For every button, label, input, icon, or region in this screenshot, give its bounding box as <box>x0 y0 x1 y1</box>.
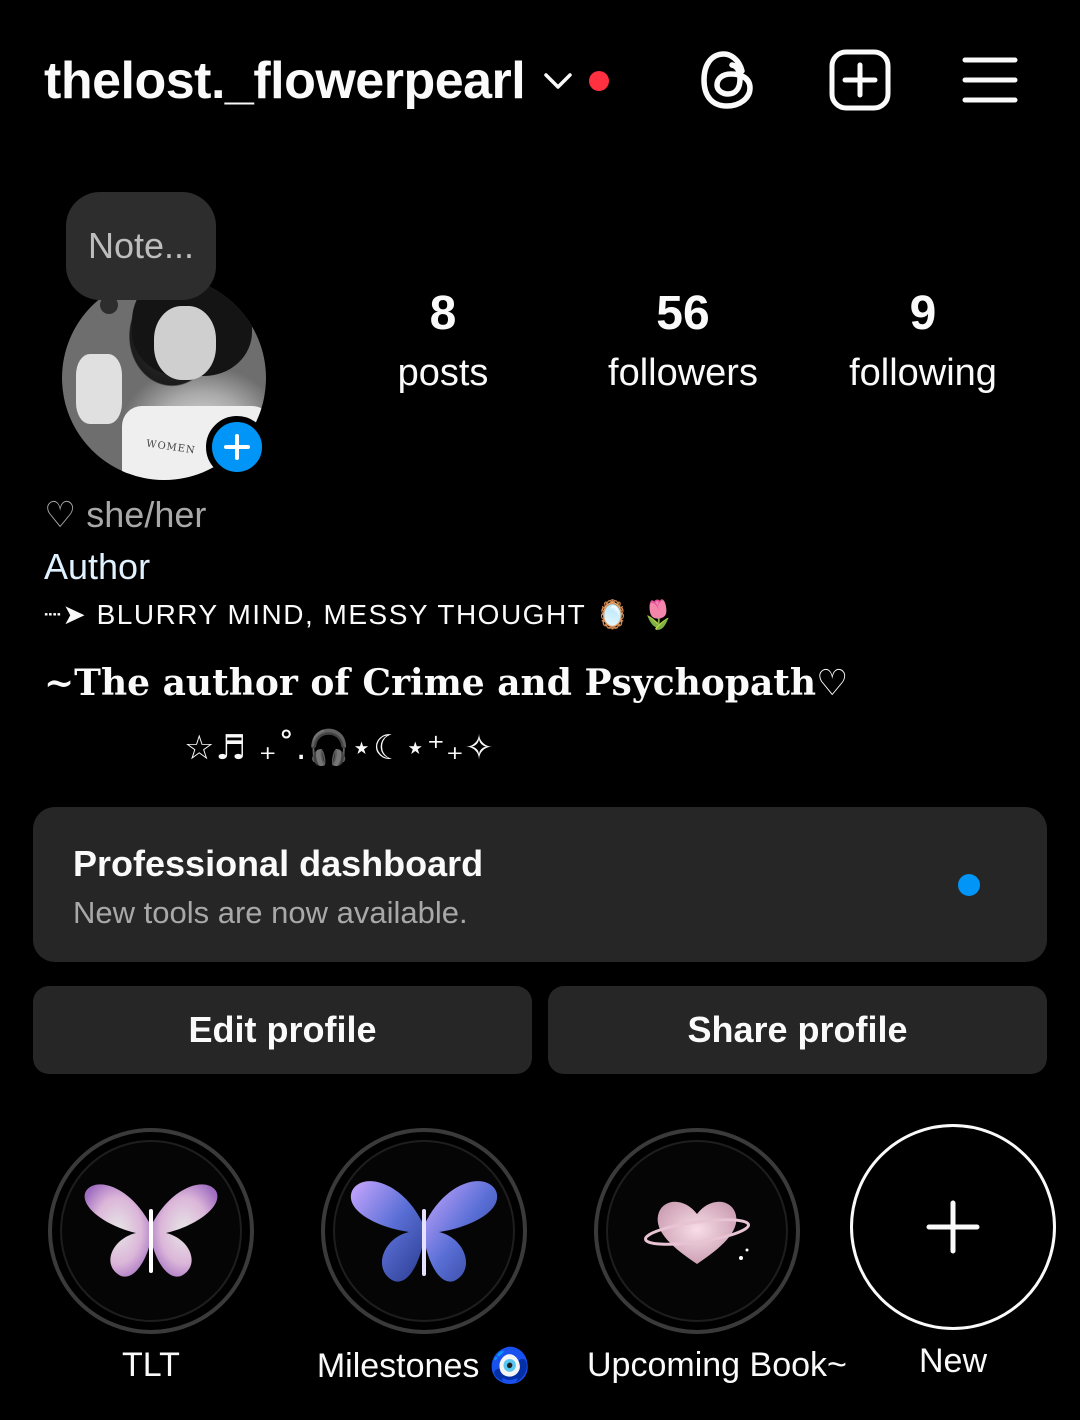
share-profile-button[interactable]: Share profile <box>548 986 1047 1074</box>
stat-following[interactable]: 9 following <box>813 284 1033 402</box>
highlight-label: New <box>918 1342 988 1380</box>
bio-symbols: ☆♬ ₊˚.🎧⋆☾⋆⁺₊✧ <box>184 728 495 768</box>
add-story-button[interactable] <box>206 416 268 478</box>
dashboard-title: Professional dashboard <box>73 843 484 884</box>
highlight-label: Upcoming Book~ <box>587 1346 847 1384</box>
plus-icon <box>224 434 250 460</box>
highlight-milestones[interactable]: Milestones 🧿 <box>314 1128 534 1386</box>
highlight-upcoming-book[interactable]: Upcoming Book~ <box>587 1128 847 1385</box>
create-plus-icon[interactable] <box>828 48 892 112</box>
posts-count: 8 <box>429 287 457 340</box>
following-count: 9 <box>909 287 937 340</box>
note-bubble[interactable]: Note... <box>66 192 216 300</box>
posts-label: posts <box>397 352 489 394</box>
note-bubble-tail <box>100 296 118 314</box>
butterfly-pink-icon <box>84 1184 218 1277</box>
edit-profile-button[interactable]: Edit profile <box>33 986 532 1074</box>
top-bar: thelost._flowerpearl <box>0 0 1080 160</box>
threads-icon[interactable] <box>696 48 760 112</box>
chevron-down-icon <box>543 66 573 96</box>
new-highlight-button[interactable] <box>850 1124 1056 1330</box>
followers-count: 56 <box>656 287 710 340</box>
highlight-tlt[interactable]: TLT <box>41 1128 261 1385</box>
stat-posts[interactable]: 8 posts <box>333 284 553 402</box>
new-indicator-dot <box>958 874 980 896</box>
dashboard-subtitle: New tools are now available. <box>73 895 468 930</box>
bio-author-line: ~The author of Crime and Psychopath♡ <box>44 662 849 704</box>
butterfly-blue-icon <box>350 1181 498 1282</box>
highlight-ring[interactable] <box>48 1128 254 1334</box>
category-label[interactable]: Author <box>44 546 150 588</box>
plus-icon <box>926 1200 980 1254</box>
account-switcher[interactable]: thelost._flowerpearl <box>44 46 610 116</box>
followers-label: followers <box>608 352 758 394</box>
note-placeholder: Note... <box>87 225 195 266</box>
highlight-label: TLT <box>122 1346 180 1384</box>
highlight-label: Milestones 🧿 <box>316 1347 532 1385</box>
menu-icon[interactable] <box>958 48 1022 112</box>
professional-dashboard-card[interactable]: Professional dashboard New tools are now… <box>33 807 1047 962</box>
profile-avatar-area: WOMEN <box>60 270 270 480</box>
notification-dot <box>589 71 610 91</box>
bio-tagline: ┈➤ BLURRY MIND, MESSY THOUGHT 🪞 🌷 <box>44 599 678 630</box>
pronouns: ♡ she/her <box>44 494 207 535</box>
highlight-new[interactable]: New <box>843 1124 1063 1381</box>
highlight-ring[interactable] <box>594 1128 800 1334</box>
stat-followers[interactable]: 56 followers <box>573 284 793 402</box>
username: thelost._flowerpearl <box>44 52 526 110</box>
heart-planet-icon <box>643 1201 751 1264</box>
highlight-ring[interactable] <box>321 1128 527 1334</box>
following-label: following <box>849 352 997 394</box>
